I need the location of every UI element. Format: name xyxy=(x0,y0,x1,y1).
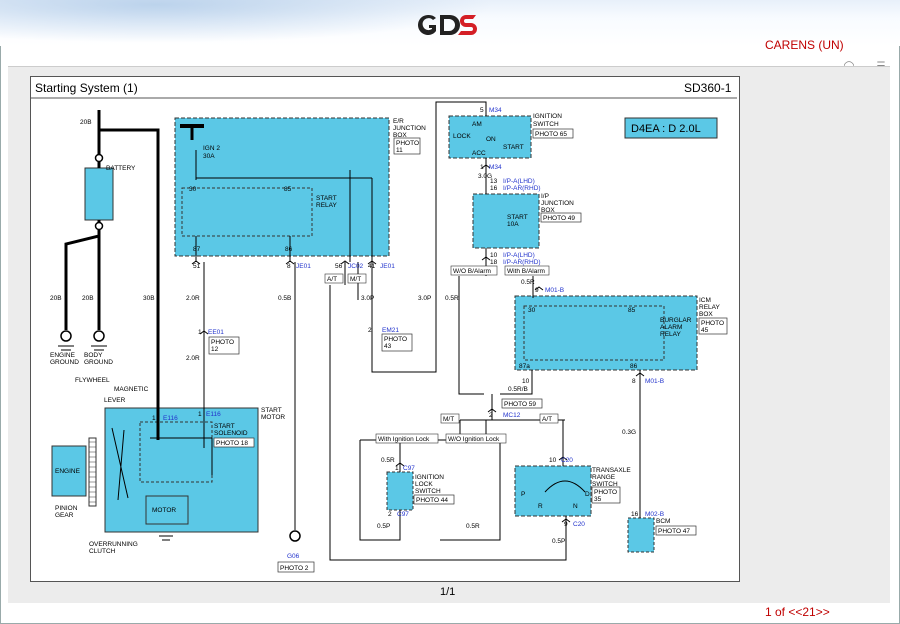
page-indicator[interactable]: 1 of <<21>> xyxy=(765,605,830,619)
vehicle-name: CARENS (UN) xyxy=(765,38,844,52)
sheet-title: Starting System (1) xyxy=(35,81,138,95)
sheet-pager: 1/1 xyxy=(440,586,456,598)
sheet-code: SD360-1 xyxy=(684,81,732,95)
diagram-sheet xyxy=(30,76,740,582)
gds-logo xyxy=(418,14,477,36)
